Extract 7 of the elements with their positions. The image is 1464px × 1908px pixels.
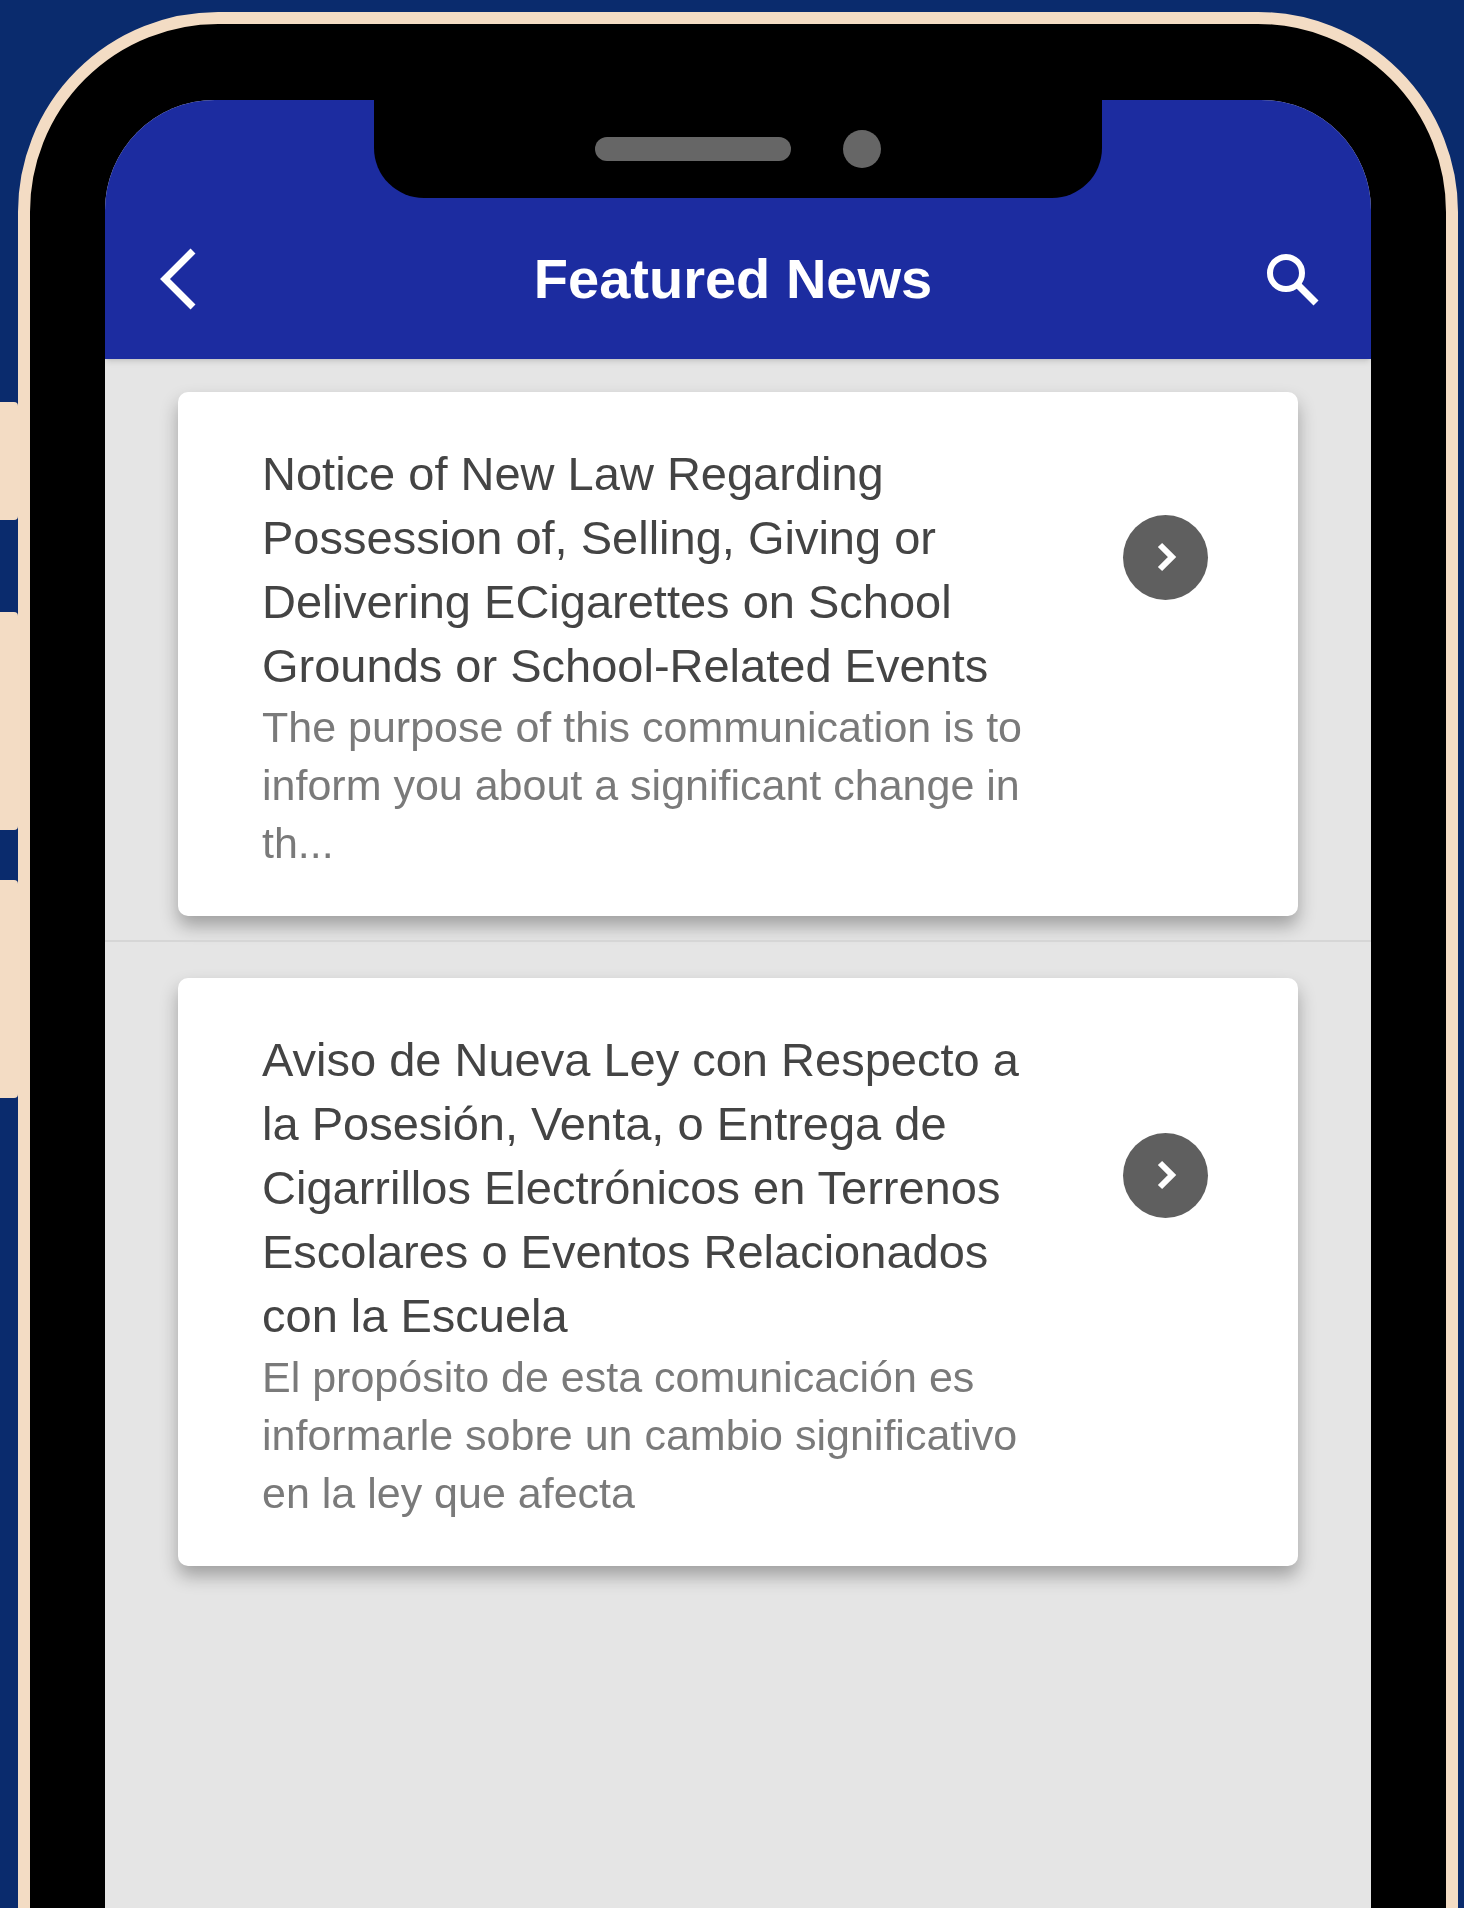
news-summary: El propósito de esta comunicación es informarle sobre un cambio significativo en la ley que afecta <box>262 1352 1019 1519</box>
news-card[interactable] <box>178 978 1298 1566</box>
news-summary: The purpose of this communication is to inform you about a significant change in th... <box>262 702 1024 869</box>
news-title: Aviso de Nueva Ley con Respecto a la Posesión, Venta, o Entrega de Cigarrillos Electrónicos en Terrenos Escolares o Eventos Relacionados con la Escuela <box>262 1032 1020 1344</box>
app-bar-title: Featured News <box>532 245 934 312</box>
news-card[interactable] <box>178 392 1298 916</box>
news-title: Notice of New Law Regarding Possession of, Selling, Giving or Delivering ECigarettes on School Grounds or School-Related Events <box>262 446 990 694</box>
